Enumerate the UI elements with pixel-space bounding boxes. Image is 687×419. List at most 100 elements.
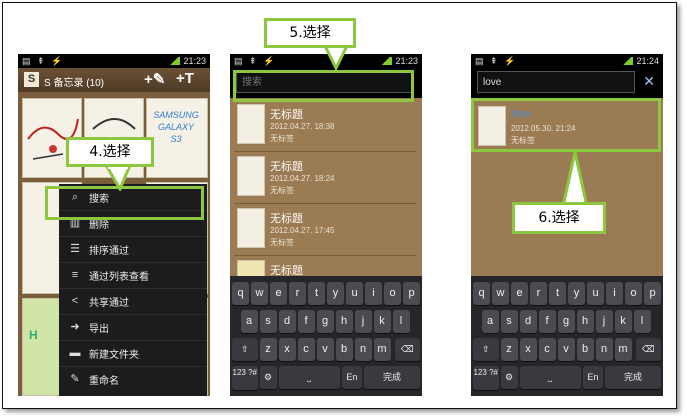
key-c[interactable]: c [297, 338, 315, 361]
key-x[interactable]: x [519, 338, 537, 361]
note-title: 无标题 [270, 109, 303, 121]
shift-icon[interactable]: ⇧ [232, 338, 258, 361]
key-c[interactable]: c [538, 338, 556, 361]
key-d[interactable]: d [519, 310, 537, 333]
status-time: 21:24 [636, 56, 659, 66]
key-q[interactable]: q [232, 282, 249, 305]
key-g[interactable]: g [557, 310, 575, 333]
key-s[interactable]: s [500, 310, 518, 333]
key-z[interactable]: z [500, 338, 518, 361]
key-q[interactable]: q [473, 282, 490, 305]
menu-item-export[interactable]: ➜ 导出 [59, 314, 207, 341]
space-icon[interactable]: ⎵ [278, 366, 340, 389]
clear-icon[interactable]: ✕ [643, 73, 655, 90]
key-v[interactable]: v [557, 338, 575, 361]
key-d[interactable]: d [278, 310, 296, 333]
space-icon[interactable]: ⎵ [519, 366, 581, 389]
key-z[interactable]: z [259, 338, 277, 361]
key-t[interactable]: t [549, 282, 566, 305]
key-b[interactable]: b [576, 338, 594, 361]
menu-item-label: 新建文件夹 [89, 350, 139, 361]
numbers-key[interactable]: 123 ?# [473, 366, 499, 390]
key-f[interactable]: f [297, 310, 315, 333]
key-h[interactable]: h [576, 310, 594, 333]
key-b[interactable]: b [335, 338, 353, 361]
menu-item-sort[interactable]: ☰ 排序通过 [59, 236, 207, 263]
key-u[interactable]: u [587, 282, 604, 305]
keyboard: q w e r t y u i o p a s d f g h j k l ⇧ z x c v b n m ⌫ 123 ?# ⚙ ⎵ En 完成 [230, 276, 422, 396]
menu-item-list-view[interactable]: ≡ 通过列表查看 [59, 262, 207, 289]
new-handwriting-icon[interactable]: +✎ [144, 70, 165, 88]
note-card[interactable]: SAMSUNG GALAXY S3 [146, 98, 208, 178]
note-title: 无标题 [270, 213, 303, 225]
key-o[interactable]: o [384, 282, 401, 305]
list-item[interactable]: 无标题 2012.04.27. 18:24 无标签 [234, 152, 416, 204]
menu-item-label: 通过列表查看 [89, 272, 149, 283]
list-item[interactable]: 无标题 2012.04.27. 18:38 无标签 [234, 100, 416, 152]
key-p[interactable]: p [403, 282, 420, 305]
key-l[interactable]: l [392, 310, 410, 333]
key-e[interactable]: e [511, 282, 528, 305]
status-icons: ▤ ⇞ ⚡ [475, 56, 518, 66]
menu-item-new-folder[interactable]: ▬ 新建文件夹 [59, 340, 207, 367]
key-k[interactable]: k [614, 310, 632, 333]
done-key[interactable]: 完成 [605, 366, 661, 389]
note-thumbnail [237, 104, 265, 144]
key-h[interactable]: h [335, 310, 353, 333]
search-input[interactable] [477, 71, 635, 93]
key-m[interactable]: m [614, 338, 632, 361]
key-v[interactable]: v [316, 338, 334, 361]
export-icon: ➜ [70, 321, 80, 333]
key-y[interactable]: y [327, 282, 344, 305]
key-s[interactable]: s [259, 310, 277, 333]
key-r[interactable]: r [289, 282, 306, 305]
backspace-icon[interactable]: ⌫ [394, 338, 420, 361]
key-j[interactable]: j [354, 310, 372, 333]
shift-icon[interactable]: ⇧ [473, 338, 499, 361]
key-y[interactable]: y [568, 282, 585, 305]
key-j[interactable]: j [595, 310, 613, 333]
gear-icon[interactable]: ⚙ [259, 366, 277, 389]
key-m[interactable]: m [373, 338, 391, 361]
key-l[interactable]: l [633, 310, 651, 333]
key-x[interactable]: x [278, 338, 296, 361]
backspace-icon[interactable]: ⌫ [635, 338, 661, 361]
menu-item-label: 共享通过 [89, 298, 129, 309]
gear-icon[interactable]: ⚙ [500, 366, 518, 389]
app-icon: S [24, 72, 39, 87]
list-item[interactable]: 无标题 2012.04.27. 17:45 无标签 [234, 204, 416, 256]
key-g[interactable]: g [316, 310, 334, 333]
key-a[interactable]: a [481, 310, 499, 333]
key-k[interactable]: k [373, 310, 391, 333]
note-date: 2012.04.27. 18:38 [270, 122, 335, 131]
key-u[interactable]: u [346, 282, 363, 305]
key-i[interactable]: i [606, 282, 623, 305]
menu-item-share[interactable]: < 共享通过 [59, 288, 207, 315]
status-bar: ▤ ⇞ ⚡ 21:23 [18, 54, 210, 68]
key-o[interactable]: o [625, 282, 642, 305]
highlight-search-result [471, 98, 661, 152]
numbers-key[interactable]: 123 ?# [232, 366, 258, 390]
key-n[interactable]: n [354, 338, 372, 361]
status-icons: ▤ ⇞ ⚡ [234, 56, 277, 66]
language-key[interactable]: En [341, 366, 363, 389]
svg-text:H: H [29, 328, 38, 342]
note-title: 无标题 [270, 161, 303, 173]
menu-item-rename[interactable]: ✎ 重命名 [59, 366, 207, 392]
key-r[interactable]: r [530, 282, 547, 305]
key-f[interactable]: f [538, 310, 556, 333]
callout-step-6: 6.选择 [512, 202, 606, 234]
new-text-icon[interactable]: +T [176, 70, 194, 87]
key-t[interactable]: t [308, 282, 325, 305]
key-a[interactable]: a [240, 310, 258, 333]
key-n[interactable]: n [595, 338, 613, 361]
done-key[interactable]: 完成 [364, 366, 420, 389]
key-e[interactable]: e [270, 282, 287, 305]
key-w[interactable]: w [492, 282, 509, 305]
language-key[interactable]: En [582, 366, 604, 389]
key-w[interactable]: w [251, 282, 268, 305]
key-i[interactable]: i [365, 282, 382, 305]
key-p[interactable]: p [644, 282, 661, 305]
status-bar: ▤ ⇞ ⚡ 21:24 [471, 54, 663, 68]
note-tag: 无标签 [270, 134, 294, 143]
